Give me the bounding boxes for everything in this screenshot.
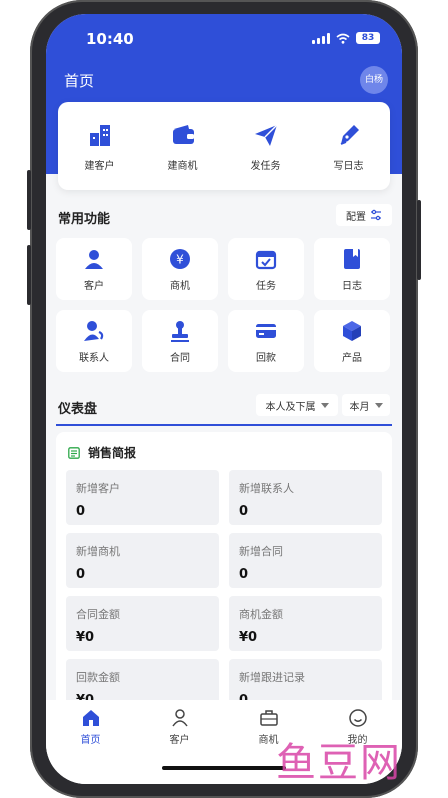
function-opportunity[interactable]: ¥ 商机 bbox=[142, 238, 218, 300]
stat-value: 0 bbox=[76, 567, 86, 582]
function-label: 日志 bbox=[342, 280, 362, 292]
report-header: 销售简报 bbox=[68, 444, 136, 461]
contact-icon bbox=[84, 320, 104, 341]
signal-icon bbox=[312, 32, 330, 44]
scope-filter-value: 本人及下属 bbox=[265, 401, 316, 413]
chevron-down-icon bbox=[374, 402, 383, 408]
tab-label: 首页 bbox=[80, 735, 101, 746]
quick-action-write-log[interactable]: 写日志 bbox=[314, 121, 384, 172]
function-label: 客户 bbox=[84, 280, 104, 292]
stat-value: ¥0 bbox=[76, 630, 95, 645]
notebook-icon bbox=[344, 248, 360, 269]
status-time: 10:40 bbox=[86, 30, 134, 48]
smile-icon bbox=[348, 709, 367, 727]
stat-new-opportunities[interactable]: 新增商机 0 bbox=[66, 533, 219, 588]
report-list-icon bbox=[68, 446, 80, 459]
wifi-icon bbox=[336, 33, 350, 44]
quick-actions-card: 建客户 建商机 发任务 写日志 bbox=[58, 102, 390, 190]
stat-value: 0 bbox=[239, 567, 249, 582]
stat-label: 新增联系人 bbox=[239, 482, 294, 495]
quick-action-label: 建商机 bbox=[167, 160, 198, 172]
period-filter-value: 本月 bbox=[349, 401, 370, 413]
stat-label: 新增客户 bbox=[76, 482, 120, 495]
common-functions-grid: 客户 ¥ 商机 任务 日志 联系人 合同 回款 产品 bbox=[56, 238, 392, 372]
scope-filter-dropdown[interactable]: 本人及下属 bbox=[256, 394, 338, 416]
stat-value: 0 bbox=[239, 504, 249, 519]
function-label: 商机 bbox=[170, 280, 190, 292]
function-log[interactable]: 日志 bbox=[314, 238, 390, 300]
config-button[interactable]: 配置 bbox=[336, 204, 392, 226]
function-label: 产品 bbox=[342, 352, 362, 364]
quick-action-send-task[interactable]: 发任务 bbox=[231, 121, 301, 172]
function-contact[interactable]: 联系人 bbox=[56, 310, 132, 372]
function-product[interactable]: 产品 bbox=[314, 310, 390, 372]
function-payment[interactable]: 回款 bbox=[228, 310, 304, 372]
function-label: 回款 bbox=[256, 352, 276, 364]
tab-label: 客户 bbox=[169, 735, 190, 746]
quick-action-new-opportunity[interactable]: 建商机 bbox=[148, 121, 218, 172]
svg-text:¥: ¥ bbox=[176, 252, 184, 266]
side-button bbox=[27, 245, 31, 305]
function-customer[interactable]: 客户 bbox=[56, 238, 132, 300]
tab-customers[interactable]: 客户 bbox=[150, 708, 210, 784]
stat-label: 回款金额 bbox=[76, 671, 120, 684]
user-icon bbox=[171, 709, 188, 727]
quick-action-label: 写日志 bbox=[333, 160, 364, 172]
report-title: 销售简报 bbox=[88, 446, 137, 460]
battery-indicator: 83 bbox=[356, 32, 380, 44]
period-filter-dropdown[interactable]: 本月 bbox=[342, 394, 390, 416]
paper-plane-icon bbox=[254, 124, 277, 146]
stat-new-contacts[interactable]: 新增联系人 0 bbox=[229, 470, 382, 525]
quick-action-label: 发任务 bbox=[250, 160, 281, 172]
stats-grid: 新增客户 0 新增联系人 0 新增商机 0 新增合同 0 合同金额 ¥0 商机金… bbox=[66, 470, 382, 714]
function-task[interactable]: 任务 bbox=[228, 238, 304, 300]
stat-label: 合同金额 bbox=[76, 608, 120, 621]
side-button bbox=[27, 170, 31, 230]
stamp-icon bbox=[171, 320, 189, 342]
quick-action-new-customer[interactable]: 建客户 bbox=[65, 121, 135, 172]
stat-label: 新增合同 bbox=[239, 545, 283, 558]
person-icon bbox=[85, 249, 103, 269]
stat-value: 0 bbox=[76, 504, 86, 519]
function-label: 合同 bbox=[170, 352, 190, 364]
home-icon bbox=[82, 710, 99, 726]
card-icon bbox=[256, 323, 276, 338]
briefcase-icon bbox=[259, 710, 278, 726]
tab-home[interactable]: 首页 bbox=[61, 708, 121, 784]
stat-contract-amount[interactable]: 合同金额 ¥0 bbox=[66, 596, 219, 651]
stat-label: 新增商机 bbox=[76, 545, 120, 558]
stat-new-contracts[interactable]: 新增合同 0 bbox=[229, 533, 382, 588]
common-functions-title: 常用功能 bbox=[58, 212, 111, 227]
function-label: 任务 bbox=[256, 280, 276, 292]
config-label: 配置 bbox=[346, 211, 366, 223]
home-indicator bbox=[162, 766, 286, 770]
page-title: 首页 bbox=[64, 72, 95, 90]
dashboard-divider bbox=[56, 424, 392, 426]
stat-opportunity-amount[interactable]: 商机金额 ¥0 bbox=[229, 596, 382, 651]
pen-icon bbox=[340, 124, 359, 145]
watermark: 鱼豆网 bbox=[276, 740, 402, 786]
wallet-icon bbox=[172, 124, 194, 144]
function-label: 联系人 bbox=[79, 352, 109, 364]
quick-action-label: 建客户 bbox=[84, 160, 115, 172]
cube-icon bbox=[343, 320, 361, 341]
function-contract[interactable]: 合同 bbox=[142, 310, 218, 372]
side-button bbox=[417, 200, 421, 280]
calendar-check-icon bbox=[255, 250, 277, 269]
building-icon bbox=[89, 124, 110, 146]
sliders-icon bbox=[371, 209, 381, 221]
app-screen: 10:40 83 首页 白杨 建客户 建商机 发任务 写日志 常用功能 配置 客… bbox=[46, 14, 402, 784]
stat-label: 商机金额 bbox=[239, 608, 283, 621]
stat-new-customers[interactable]: 新增客户 0 bbox=[66, 470, 219, 525]
avatar[interactable]: 白杨 bbox=[360, 66, 388, 94]
yen-coin-icon: ¥ bbox=[170, 248, 190, 269]
sales-report-card: 销售简报 新增客户 0 新增联系人 0 新增商机 0 新增合同 0 合同金额 ¥… bbox=[56, 432, 392, 722]
dashboard-title: 仪表盘 bbox=[58, 402, 98, 417]
status-icons: 83 bbox=[312, 32, 380, 44]
stat-value: ¥0 bbox=[239, 630, 258, 645]
chevron-down-icon bbox=[320, 402, 329, 408]
stat-label: 新增跟进记录 bbox=[239, 671, 305, 684]
